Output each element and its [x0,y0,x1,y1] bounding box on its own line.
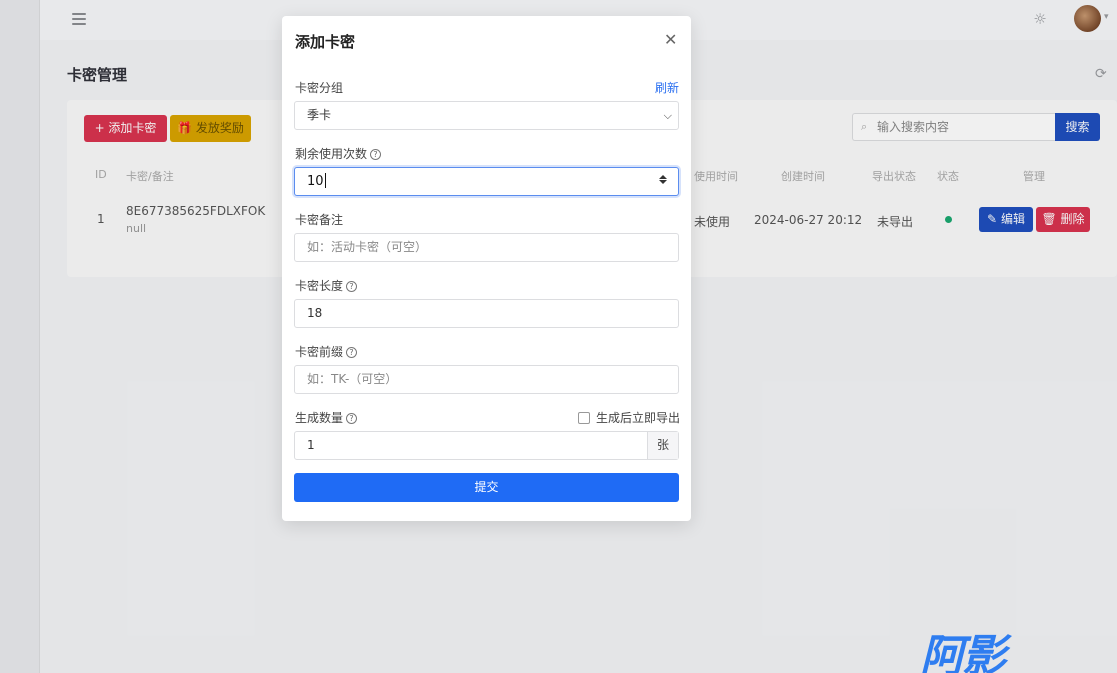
refresh-groups-link[interactable]: 刷新 [655,79,679,96]
export-after-generate-checkbox[interactable]: 生成后立即导出 [578,409,680,426]
prefix-input[interactable]: 如：TK-（可空） [294,365,679,394]
chevron-down-icon: ⌵ [663,109,672,122]
help-icon[interactable]: ? [346,281,358,292]
length-label: 卡密长度? [295,277,358,294]
uses-number-input[interactable]: 10 [294,167,679,196]
group-label: 卡密分组 [295,81,344,95]
prefix-label: 卡密前缀? [295,343,358,360]
modal-title: 添加卡密 [295,33,356,51]
count-label: 生成数量? [295,409,358,426]
checkbox-label: 生成后立即导出 [596,411,681,425]
length-value: 18 [307,306,323,320]
help-icon[interactable]: ? [370,149,382,160]
watermark-logo: 阿影 [920,631,1006,673]
note-placeholder: 如：活动卡密（可空） [307,240,428,254]
prefix-placeholder: 如：TK-（可空） [307,372,398,386]
note-input[interactable]: 如：活动卡密（可空） [294,233,679,262]
checkbox-box[interactable] [578,412,590,424]
uses-label: 剩余使用次数? [295,145,382,162]
close-icon[interactable]: ✕ [664,30,677,49]
help-icon[interactable]: ? [346,347,358,358]
uses-value: 10 [307,174,324,189]
count-value: 1 [307,438,315,452]
submit-button[interactable]: 提交 [294,473,679,502]
count-unit: 张 [647,432,678,459]
length-input[interactable]: 18 [294,299,679,328]
group-select[interactable]: 季卡 ⌵ [294,101,679,130]
group-select-value: 季卡 [307,108,332,122]
add-card-modal: 添加卡密 ✕ 卡密分组 刷新 季卡 ⌵ 剩余使用次数? 10 卡密备注 如：活动… [282,16,691,521]
help-icon[interactable]: ? [346,413,358,424]
count-input[interactable]: 1 张 [294,431,679,460]
number-spinner[interactable] [658,174,667,188]
note-label: 卡密备注 [295,213,344,227]
